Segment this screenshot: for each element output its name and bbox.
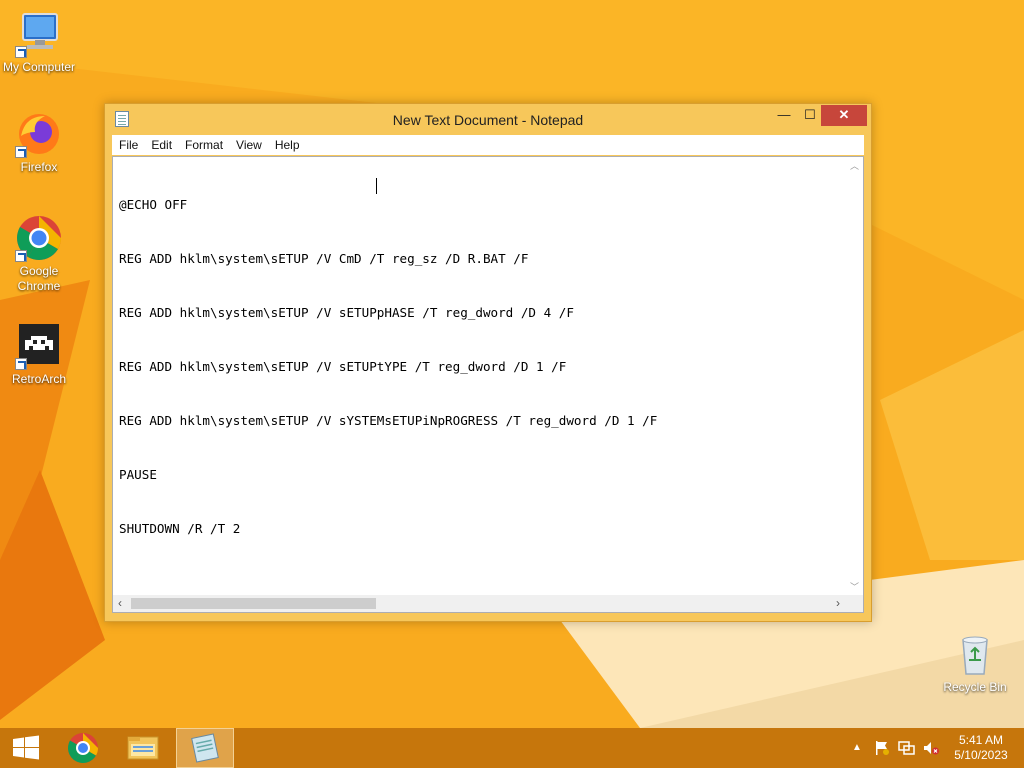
desktop-icon-retroarch[interactable]: RetroArch: [0, 322, 78, 387]
menu-file[interactable]: File: [112, 135, 144, 152]
scrollbar-corner: [846, 595, 863, 612]
maximize-button[interactable]: ☐: [797, 105, 823, 126]
scroll-down-icon[interactable]: ﹀: [846, 580, 863, 593]
recycle-bin-icon: [951, 630, 999, 678]
close-button[interactable]: ✕: [821, 105, 867, 126]
desktop-icon-recycle-bin[interactable]: Recycle Bin: [936, 630, 1014, 695]
text-line: @ECHO OFF: [119, 197, 188, 212]
notepad-window[interactable]: New Text Document - Notepad — ☐ ✕ File Ed…: [104, 103, 872, 622]
menu-format[interactable]: Format: [178, 135, 229, 152]
menu-help[interactable]: Help: [268, 135, 306, 152]
scroll-up-icon[interactable]: ︿: [846, 159, 863, 172]
start-icon: [13, 735, 39, 760]
menu-bar: File Edit Format View Help: [112, 135, 864, 155]
taskbar-chrome-button[interactable]: [58, 728, 108, 768]
show-hidden-icons-button[interactable]: ▲: [850, 728, 864, 768]
computer-icon: [15, 10, 63, 58]
chrome-icon: [15, 214, 63, 262]
horizontal-scrollbar[interactable]: ‹ ›: [113, 595, 846, 612]
window-title: New Text Document - Notepad: [392, 112, 584, 128]
shortcut-arrow-icon: [15, 146, 27, 158]
desktop-icon-label: Google Chrome: [17, 264, 61, 293]
volume-muted-icon[interactable]: [922, 740, 940, 756]
taskbar: ▲ 5:41 AM 5/10/2023: [0, 728, 1024, 768]
text-caret: [376, 178, 377, 194]
taskbar-notepad-button[interactable]: [176, 728, 234, 768]
shortcut-arrow-icon: [15, 250, 27, 262]
text-line: REG ADD hklm\system\sETUP /V sETUPtYPE /…: [119, 359, 567, 374]
menu-view[interactable]: View: [229, 135, 268, 152]
taskbar-clock[interactable]: 5:41 AM 5/10/2023: [946, 733, 1016, 763]
desktop-icon-label: RetroArch: [11, 372, 67, 386]
file-explorer-icon: [127, 736, 159, 760]
desktop-icon-firefox[interactable]: Firefox: [0, 110, 78, 175]
desktop-icon-my-computer[interactable]: My Computer: [0, 10, 78, 75]
menu-edit[interactable]: Edit: [144, 135, 178, 152]
scroll-left-icon[interactable]: ‹: [118, 596, 122, 610]
action-center-flag-icon[interactable]: [874, 740, 890, 756]
clock-date: 5/10/2023: [954, 748, 1008, 762]
desktop-icon-label: Recycle Bin: [943, 680, 1007, 694]
desktop-icon-label: Firefox: [20, 160, 58, 174]
desktop-icon-google-chrome[interactable]: Google Chrome: [0, 214, 78, 294]
firefox-icon: [15, 110, 63, 158]
desktop-icon-label: My Computer: [2, 60, 76, 74]
notepad-icon: [191, 733, 219, 763]
shortcut-arrow-icon: [15, 358, 27, 370]
horizontal-scroll-thumb[interactable]: [131, 598, 376, 609]
taskbar-file-explorer-button[interactable]: [117, 728, 169, 768]
minimize-button[interactable]: —: [771, 105, 797, 126]
scroll-right-icon[interactable]: ›: [836, 596, 840, 610]
clock-time: 5:41 AM: [958, 733, 1004, 747]
text-line: PAUSE: [119, 467, 157, 482]
editor-text[interactable]: @ECHO OFF REG ADD hklm\system\sETUP /V C…: [119, 160, 839, 590]
text-line: REG ADD hklm\system\sETUP /V sETUPpHASE …: [119, 305, 574, 320]
vertical-scrollbar[interactable]: ︿ ﹀: [846, 157, 863, 595]
title-bar[interactable]: New Text Document - Notepad — ☐ ✕: [105, 104, 871, 135]
retroarch-icon: [15, 322, 63, 370]
text-editor[interactable]: @ECHO OFF REG ADD hklm\system\sETUP /V C…: [112, 156, 864, 613]
shortcut-arrow-icon: [15, 46, 27, 58]
start-button[interactable]: [8, 728, 44, 768]
text-line: SHUTDOWN /R /T 2: [119, 521, 241, 536]
network-icon[interactable]: [898, 740, 916, 756]
chrome-icon: [67, 733, 99, 764]
text-line: REG ADD hklm\system\sETUP /V sYSTEMsETUP…: [119, 413, 658, 428]
text-line: REG ADD hklm\system\sETUP /V CmD /T reg_…: [119, 251, 529, 266]
